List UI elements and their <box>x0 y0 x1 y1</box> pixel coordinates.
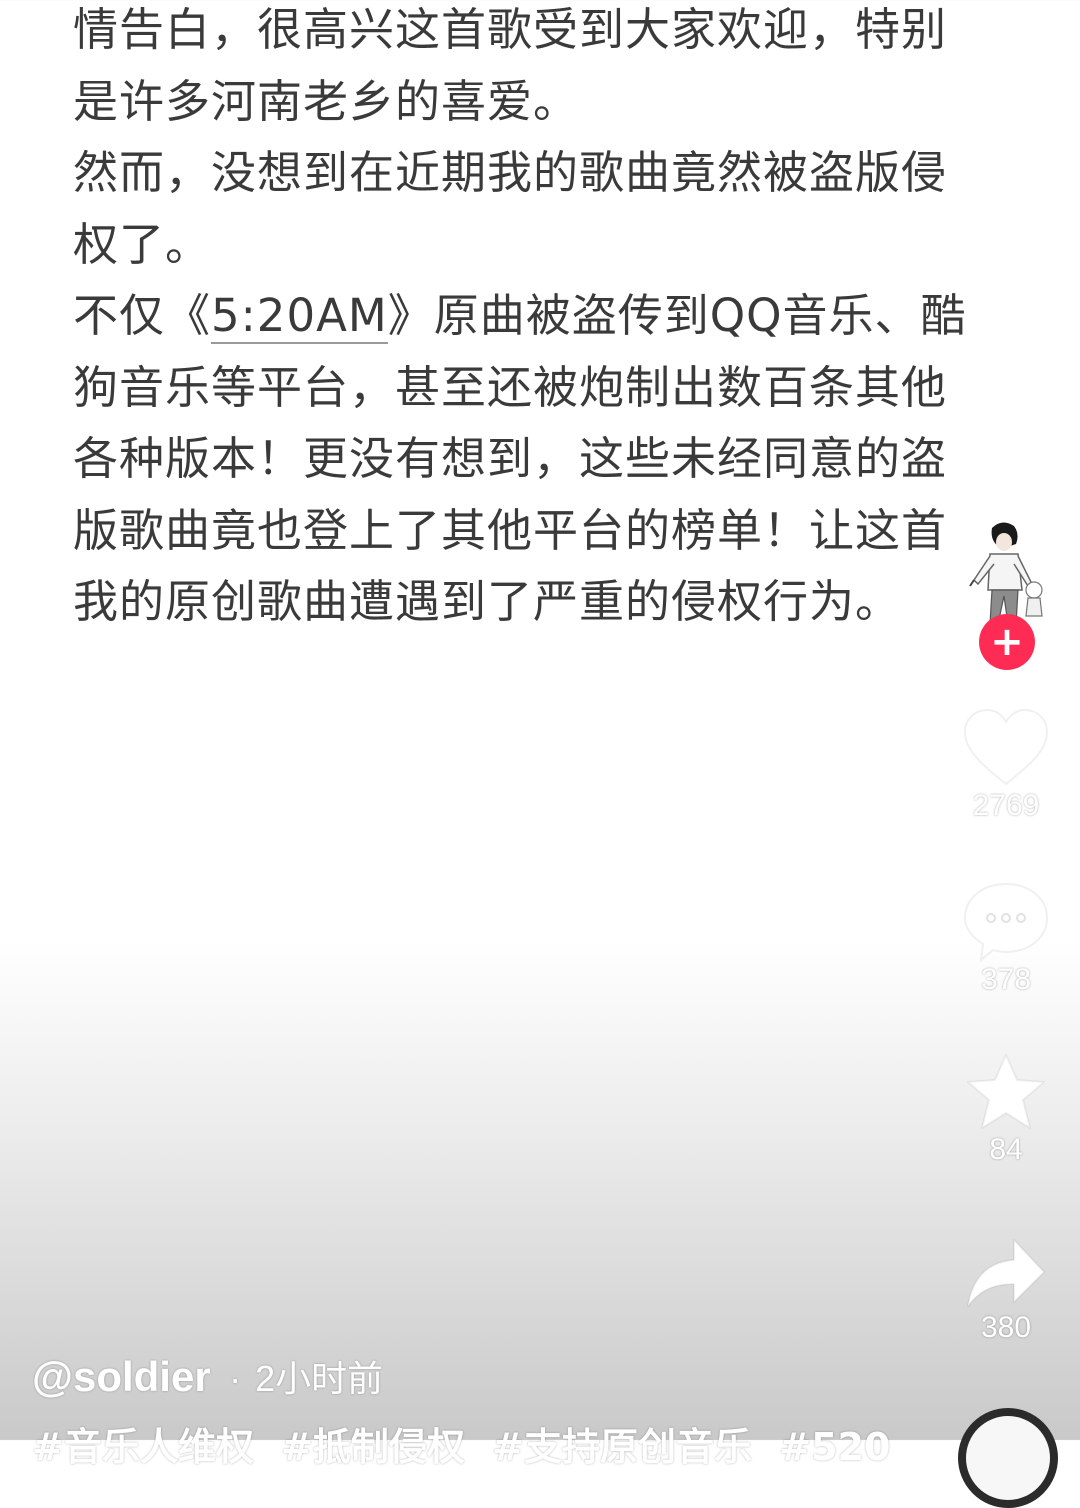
plus-icon: + <box>990 619 1024 665</box>
favorite-button[interactable]: 84 <box>950 1052 1062 1168</box>
share-button[interactable]: 380 <box>950 1236 1062 1346</box>
paragraph-text: 然而，没想到在近期我的歌曲竟然被盗版侵权了。 <box>73 146 948 271</box>
author-name[interactable]: @soldier <box>32 1353 211 1400</box>
paragraph: 情告白，很高兴这首歌受到大家欢迎，特别是许多河南老乡的喜爱。 <box>73 0 978 137</box>
paragraph: 然而，没想到在近期我的歌曲竟然被盗版侵权了。 <box>73 137 978 280</box>
song-title-link[interactable]: 5:20AM <box>211 289 388 344</box>
like-button[interactable]: 2769 <box>950 708 1062 824</box>
hashtag-list: #音乐人维权 #抵制侵权 #支持原创音乐 #520 <box>32 1416 904 1471</box>
follow-button[interactable]: + <box>979 614 1035 670</box>
hashtag[interactable]: #支持原创音乐 <box>492 1425 752 1469</box>
like-count: 2769 <box>972 789 1040 822</box>
music-disc[interactable] <box>958 1408 1058 1508</box>
comment-count: 378 <box>980 963 1032 996</box>
heart-icon <box>963 708 1049 786</box>
separator-dot: · <box>229 1358 242 1399</box>
star-icon <box>967 1054 1045 1129</box>
comment-bubble-icon <box>963 882 1049 962</box>
hashtag[interactable]: #520 <box>779 1425 890 1469</box>
author-info: @soldier · 2小时前 <box>32 1350 383 1402</box>
paragraph-text: 情告白，很高兴这首歌受到大家欢迎，特别是许多河南老乡的喜爱。 <box>73 3 948 128</box>
hashtag[interactable]: #抵制侵权 <box>281 1425 465 1469</box>
post-meta: · 2小时前 <box>229 1358 383 1399</box>
favorite-count: 84 <box>989 1133 1023 1166</box>
post-time: 2小时前 <box>255 1358 384 1399</box>
share-arrow-icon <box>967 1239 1045 1307</box>
paragraph: 不仅《5:20AM》原曲被盗传到QQ音乐、酷狗音乐等平台，甚至还被炮制出数百条其… <box>73 280 978 638</box>
share-count: 380 <box>980 1311 1032 1344</box>
paragraph-text: 不仅《 <box>73 289 212 342</box>
comment-button[interactable]: 378 <box>950 880 1062 998</box>
hashtag[interactable]: #音乐人维权 <box>32 1425 254 1469</box>
post-text-content: 情告白，很高兴这首歌受到大家欢迎，特别是许多河南老乡的喜爱。 然而，没想到在近期… <box>73 0 978 638</box>
